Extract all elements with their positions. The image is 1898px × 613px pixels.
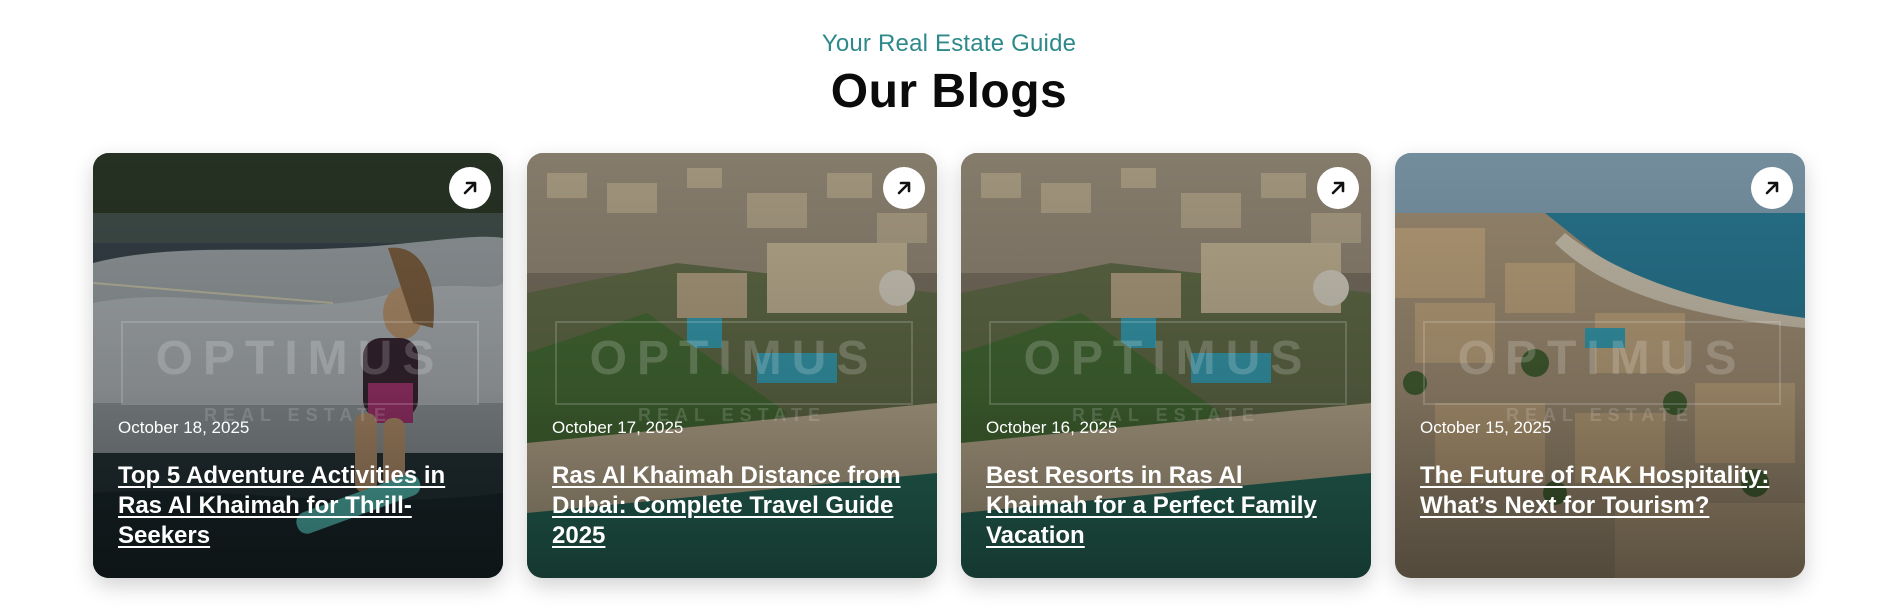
arrow-up-right-icon[interactable] [1751,167,1793,209]
section-title: Our Blogs [830,65,1068,118]
blog-card[interactable]: OPTIMUS REAL ESTATE October 18, 2025 Top… [93,153,503,578]
arrow-up-right-icon[interactable] [883,167,925,209]
watermark-logo: OPTIMUS [121,321,479,405]
arrow-up-right-icon[interactable] [449,167,491,209]
blog-date: October 15, 2025 [1420,418,1552,437]
section-subtitle: Your Real Estate Guide [821,30,1077,57]
blog-date: October 17, 2025 [552,418,684,437]
watermark-logo: OPTIMUS [989,321,1347,405]
blog-card-list: OPTIMUS REAL ESTATE October 18, 2025 Top… [93,153,1805,578]
blog-title-link[interactable]: Top 5 Adventure Activities in Ras Al Kha… [118,461,468,551]
blog-date: October 18, 2025 [118,418,250,437]
watermark-logo: OPTIMUS [555,321,913,405]
blog-card[interactable]: OPTIMUS REAL ESTATE October 15, 2025 The… [1395,153,1805,578]
watermark-logo: OPTIMUS [1423,321,1781,405]
blog-title-link[interactable]: Best Resorts in Ras Al Khaimah for a Per… [986,461,1336,551]
blog-title-link[interactable]: Ras Al Khaimah Distance from Dubai: Comp… [552,461,902,551]
blog-title-link[interactable]: The Future of RAK Hospitality: What’s Ne… [1420,461,1770,521]
blog-card[interactable]: OPTIMUS REAL ESTATE October 17, 2025 Ras… [527,153,937,578]
arrow-up-right-icon[interactable] [1317,167,1359,209]
blog-date: October 16, 2025 [986,418,1118,437]
blog-card[interactable]: OPTIMUS REAL ESTATE October 16, 2025 Bes… [961,153,1371,578]
